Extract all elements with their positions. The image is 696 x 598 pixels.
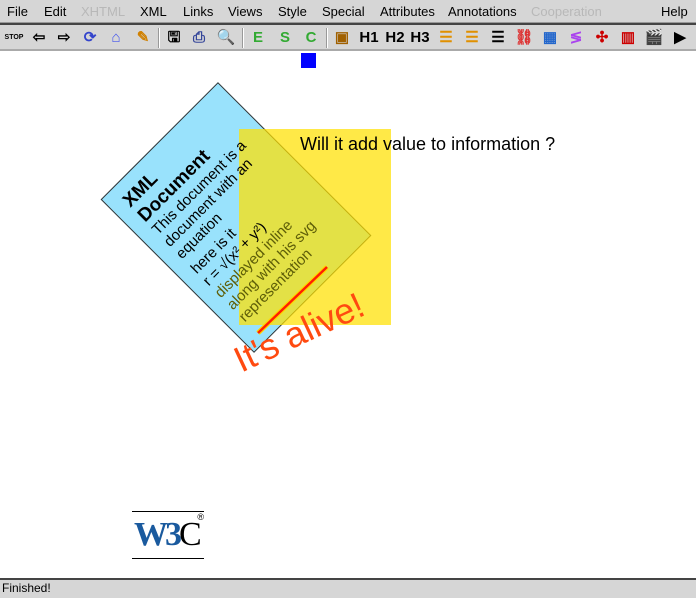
strong-icon[interactable]: S <box>274 27 296 49</box>
menu-file[interactable]: File <box>7 4 28 19</box>
image-icon[interactable]: ▣ <box>331 27 353 49</box>
movie-icon[interactable]: 🎬 <box>643 27 665 49</box>
heading2-icon[interactable]: H2 <box>384 27 406 49</box>
question-text: Will it add value to information ? <box>300 134 556 154</box>
w3c-logo[interactable]: W3C ® <box>132 511 204 559</box>
forward-icon[interactable]: ⇨ <box>53 27 75 49</box>
home-icon[interactable]: ⌂ <box>105 27 127 49</box>
graphics-icon[interactable]: ✣ <box>591 27 613 49</box>
menu-annotations[interactable]: Annotations <box>448 4 517 19</box>
menu-views[interactable]: Views <box>228 4 262 19</box>
menu-edit[interactable]: Edit <box>44 4 66 19</box>
menu-attributes[interactable]: Attributes <box>380 4 435 19</box>
heading1-icon[interactable]: H1 <box>358 27 380 49</box>
numbered-list-icon[interactable]: ☰ <box>461 27 483 49</box>
chart-icon[interactable]: ▥ <box>617 27 639 49</box>
print-icon[interactable]: ⎙ <box>188 27 210 49</box>
reload-icon[interactable]: ⟳ <box>79 27 101 49</box>
w3c-logo-text: W3C <box>134 516 202 553</box>
play-icon[interactable]: ▶ <box>669 27 691 49</box>
toolbar: STOP ⇦ ⇨ ⟳ ⌂ ✎ 🖫 ⎙ 🔍 E S C ▣ H1 H2 H3 ☰ ☰ ☰ ⛓ ▦ ≶ ✣ ▥ 🎬 ▶ <box>0 23 696 51</box>
math-icon[interactable]: ≶ <box>565 27 587 49</box>
heading3-icon[interactable]: H3 <box>409 27 431 49</box>
find-icon[interactable]: 🔍 <box>215 27 237 49</box>
registered-mark: ® <box>197 512 204 522</box>
stop-icon[interactable]: STOP <box>3 27 25 49</box>
menu-style[interactable]: Style <box>278 4 307 19</box>
save-icon[interactable]: 🖫 <box>163 27 185 49</box>
toolbar-separator <box>326 28 328 48</box>
status-bar: Finished! <box>0 578 696 598</box>
menu-bar: File Edit XHTML XML Links Views Style Special At… <box>0 0 696 23</box>
blue-square <box>301 53 316 68</box>
toolbar-separator <box>158 28 160 48</box>
menu-help[interactable]: Help <box>661 4 688 19</box>
edit-pencil-icon[interactable]: ✎ <box>132 27 154 49</box>
toolbar-separator <box>242 28 244 48</box>
back-icon[interactable]: ⇦ <box>28 27 50 49</box>
menu-links[interactable]: Links <box>183 4 213 19</box>
link-icon[interactable]: ⛓ <box>513 27 535 49</box>
menu-xml[interactable]: XML <box>140 4 167 19</box>
menu-cooperation[interactable]: Cooperation <box>531 4 602 19</box>
menu-special[interactable]: Special <box>322 4 365 19</box>
document-canvas: XML Document This document is a document… <box>0 51 696 578</box>
bulleted-list-icon[interactable]: ☰ <box>435 27 457 49</box>
definition-list-icon[interactable]: ☰ <box>487 27 509 49</box>
table-icon[interactable]: ▦ <box>539 27 561 49</box>
code-icon[interactable]: C <box>300 27 322 49</box>
menu-xhtml[interactable]: XHTML <box>81 4 125 19</box>
emphasis-icon[interactable]: E <box>247 27 269 49</box>
